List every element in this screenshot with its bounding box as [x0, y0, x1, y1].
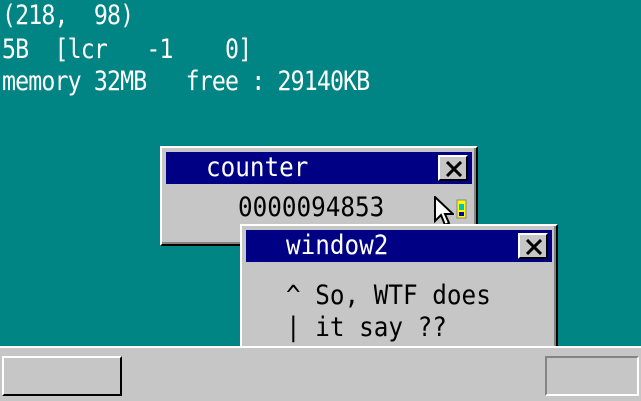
app-icon	[456, 199, 467, 219]
window2-close-button[interactable]	[518, 233, 548, 259]
counter-close-button[interactable]	[438, 155, 468, 181]
window2-window[interactable]: window2 ^ So, WTF does | it say ??	[240, 224, 558, 356]
counter-titlebar[interactable]: counter	[166, 152, 472, 184]
counter-value: 0000094853	[238, 192, 385, 223]
start-button[interactable]	[2, 356, 122, 396]
window2-text-line: | it say ??	[286, 312, 447, 343]
counter-title: counter	[206, 152, 309, 183]
window2-text-line: ^ So, WTF does	[286, 280, 491, 311]
window2-title: window2	[286, 230, 389, 261]
mouse-coords-text: (218, 98)	[2, 0, 134, 31]
window2-titlebar[interactable]: window2	[246, 230, 552, 262]
close-icon	[446, 161, 462, 177]
taskbar	[0, 346, 641, 401]
close-icon	[526, 239, 542, 255]
system-tray	[545, 356, 639, 396]
mouse-state-text: 5B [lcr -1 0]	[2, 34, 252, 65]
memory-info-text: memory 32MB free : 29140KB	[2, 66, 370, 97]
